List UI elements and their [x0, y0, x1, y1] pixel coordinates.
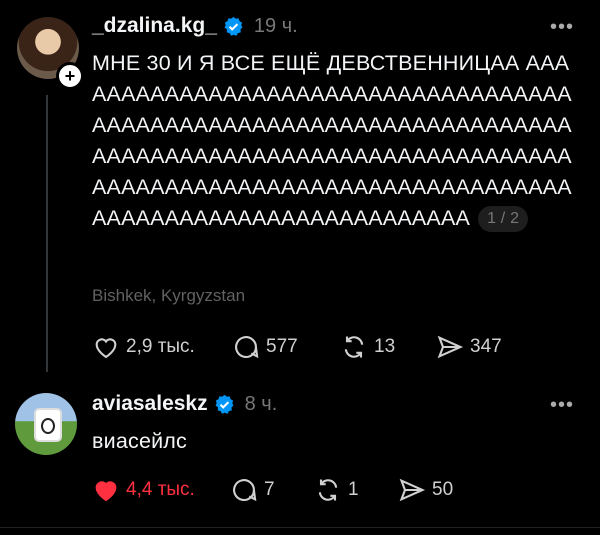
post-header: _dzalina.kg_ 19 ч.	[92, 14, 298, 38]
like-button[interactable]: 2,9 тыс.	[92, 333, 232, 361]
repost-count: 1	[348, 479, 359, 500]
post-time: 19 ч.	[253, 14, 298, 37]
repost-count: 13	[374, 336, 396, 357]
post-text: МНЕ 30 И Я ВСЕ ЕЩЁ ДЕВСТВЕННИЦАА ААААААА…	[92, 48, 582, 234]
share-button[interactable]: 347	[436, 333, 502, 361]
share-count: 347	[470, 336, 502, 357]
share-button[interactable]: 50	[398, 476, 453, 504]
post-time: 8 ч.	[244, 392, 278, 415]
more-dots-icon[interactable]: •••	[550, 394, 574, 417]
thread-line	[46, 95, 48, 372]
comment-bubble-icon	[233, 479, 257, 502]
comment-count: 577	[266, 336, 298, 357]
follow-plus-icon[interactable]: +	[56, 62, 84, 90]
verified-badge-icon	[224, 16, 243, 36]
action-bar: 4,4 тыс. 7 1 50	[92, 476, 453, 504]
post-text: виасейлс	[92, 429, 188, 453]
paper-plane-icon	[399, 478, 426, 502]
username[interactable]: aviasaleskz	[92, 392, 208, 416]
username[interactable]: _dzalina.kg_	[92, 14, 217, 38]
like-count: 4,4 тыс.	[126, 479, 195, 500]
heart-icon	[95, 338, 117, 359]
like-button[interactable]: 4,4 тыс.	[92, 476, 230, 504]
repost-button[interactable]: 1	[314, 476, 398, 504]
verified-badge-icon	[215, 394, 234, 414]
like-count: 2,9 тыс.	[126, 336, 195, 357]
paper-plane-icon	[437, 335, 464, 359]
more-dots-icon[interactable]: •••	[550, 16, 574, 39]
repost-button[interactable]: 13	[340, 333, 436, 361]
repost-arrows-icon	[318, 479, 338, 501]
location[interactable]: Bishkek, Kyrgyzstan	[92, 286, 245, 306]
heart-icon	[95, 481, 117, 502]
comment-button[interactable]: 7	[230, 476, 314, 504]
brand-logo-icon	[34, 408, 62, 442]
action-bar: 2,9 тыс. 577 13 347	[92, 333, 502, 361]
post-header: aviasaleskz 8 ч.	[92, 392, 277, 416]
comment-button[interactable]: 577	[232, 333, 340, 361]
avatar[interactable]	[15, 393, 77, 455]
share-count: 50	[432, 479, 454, 500]
page-indicator: 1 / 2	[478, 206, 529, 232]
repost-arrows-icon	[344, 336, 364, 358]
comment-bubble-icon	[235, 336, 259, 359]
post-text-content: МНЕ 30 И Я ВСЕ ЕЩЁ ДЕВСТВЕННИЦАА ААААААА…	[92, 51, 572, 230]
divider	[0, 527, 600, 528]
comment-count: 7	[264, 479, 275, 500]
